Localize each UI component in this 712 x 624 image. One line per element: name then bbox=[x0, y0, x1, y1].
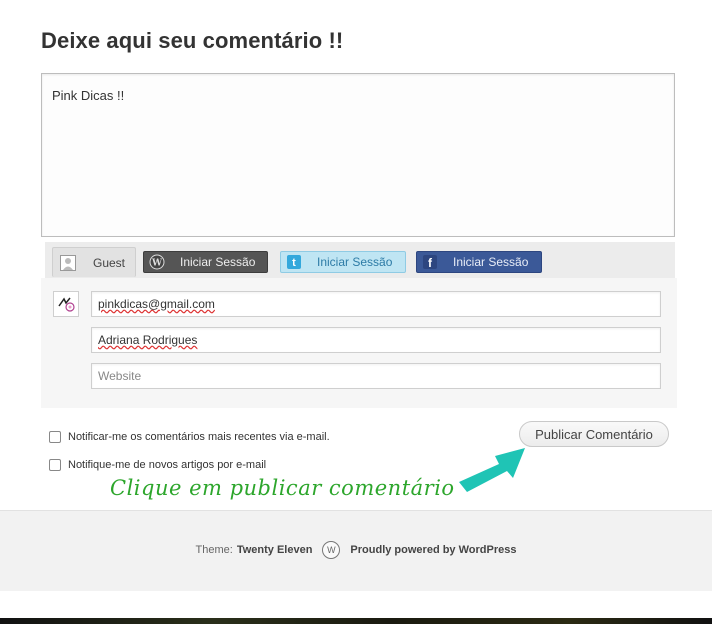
comment-textarea[interactable]: Pink Dicas !! bbox=[41, 73, 675, 237]
theme-link[interactable]: Twenty Eleven bbox=[237, 544, 313, 556]
avatar bbox=[53, 291, 79, 317]
tab-wordpress-label: Iniciar Sessão bbox=[180, 255, 256, 269]
arrow-annotation-icon bbox=[459, 448, 525, 492]
twitter-icon: t bbox=[281, 252, 307, 272]
powered-by-link[interactable]: Proudly powered by WordPress bbox=[350, 544, 516, 556]
tab-twitter-label: Iniciar Sessão bbox=[317, 255, 393, 269]
wordpress-icon: W bbox=[144, 252, 170, 272]
login-tabs-bar: Guest W Iniciar Sessão t Iniciar Sessão … bbox=[45, 242, 675, 278]
website-field[interactable] bbox=[91, 363, 661, 389]
notify-comments-label: Notificar-me os comentários mais recente… bbox=[68, 431, 330, 443]
checkbox-icon[interactable] bbox=[49, 459, 61, 471]
theme-prefix: Theme: bbox=[195, 544, 233, 556]
background-strip bbox=[0, 618, 712, 624]
tab-facebook-login[interactable]: f Iniciar Sessão bbox=[416, 251, 542, 273]
checkbox-icon[interactable] bbox=[49, 431, 61, 443]
tab-guest[interactable]: Guest bbox=[52, 247, 136, 277]
email-field[interactable]: pinkdicas@gmail.com bbox=[91, 291, 661, 317]
tab-facebook-label: Iniciar Sessão bbox=[453, 255, 529, 269]
name-value: Adriana Rodrigues bbox=[98, 333, 198, 347]
notify-posts-label: Notifique-me de novos artigos por e-mail bbox=[68, 459, 267, 471]
page-title: Deixe aqui seu comentário !! bbox=[41, 28, 344, 53]
name-field[interactable]: Adriana Rodrigues bbox=[91, 327, 661, 353]
tab-wordpress-login[interactable]: W Iniciar Sessão bbox=[143, 251, 268, 273]
instruction-annotation: Clique em publicar comentário bbox=[110, 476, 455, 500]
wordpress-logo-icon: W bbox=[322, 541, 341, 559]
publish-comment-button[interactable]: Publicar Comentário bbox=[519, 421, 669, 447]
facebook-icon: f bbox=[417, 252, 443, 272]
footer-credits: Theme: Twenty Eleven W Proudly powered b… bbox=[0, 541, 712, 559]
email-value: pinkdicas@gmail.com bbox=[98, 297, 215, 311]
svg-text:t: t bbox=[292, 257, 296, 269]
site-footer: Theme: Twenty Eleven W Proudly powered b… bbox=[0, 510, 712, 591]
notify-comments-checkbox[interactable]: Notificar-me os comentários mais recente… bbox=[49, 431, 330, 443]
notify-posts-checkbox[interactable]: Notifique-me de novos artigos por e-mail bbox=[49, 459, 266, 471]
tab-twitter-login[interactable]: t Iniciar Sessão bbox=[280, 251, 406, 273]
tab-guest-label: Guest bbox=[93, 255, 126, 270]
svg-text:W: W bbox=[151, 259, 163, 269]
guest-avatar-icon bbox=[53, 248, 83, 277]
comment-text: Pink Dicas !! bbox=[52, 88, 125, 103]
